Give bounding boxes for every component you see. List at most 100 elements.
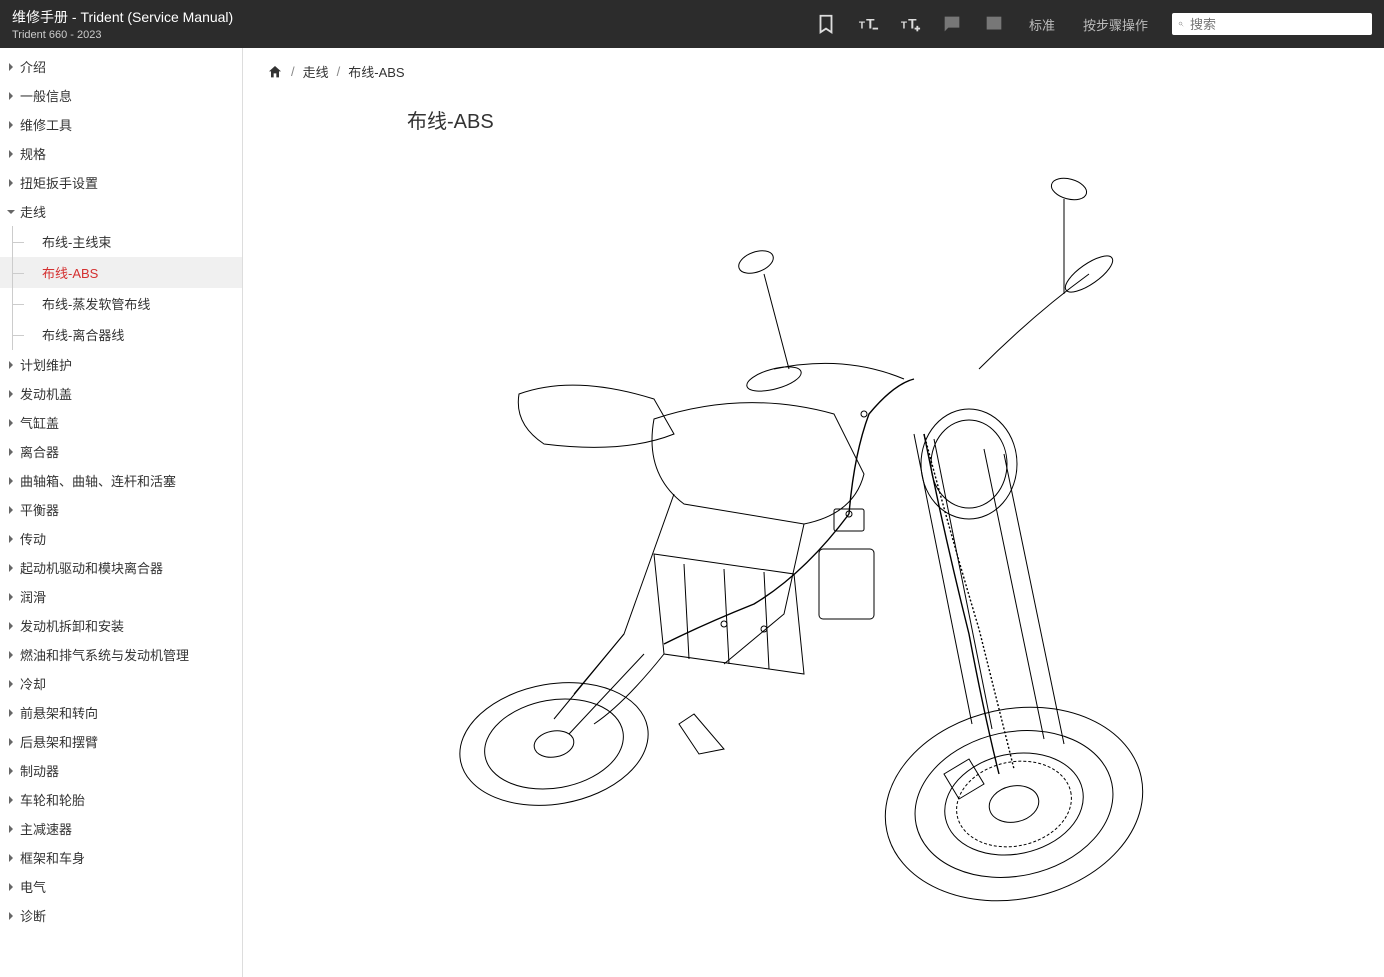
sidebar-item[interactable]: 介绍 (0, 52, 242, 81)
sidebar-item-label: 发动机拆卸和安装 (20, 616, 124, 635)
chevron-right-icon (6, 708, 16, 718)
sidebar-item[interactable]: 扭矩扳手设置 (0, 168, 242, 197)
sidebar-item[interactable]: 发动机盖 (0, 379, 242, 408)
chevron-right-icon (6, 795, 16, 805)
topbar-title-block: 维修手册 - Trident (Service Manual) Trident … (12, 7, 815, 41)
text-decrease-icon[interactable]: TT (857, 13, 879, 35)
sidebar-item-label: 计划维护 (20, 355, 72, 374)
topbar: 维修手册 - Trident (Service Manual) Trident … (0, 0, 1384, 48)
chevron-down-icon (6, 207, 16, 217)
note-icon[interactable] (983, 13, 1005, 35)
sidebar-item[interactable]: 曲轴箱、曲轴、连杆和活塞 (0, 466, 242, 495)
sidebar-item[interactable]: 一般信息 (0, 81, 242, 110)
sidebar-item-label: 电气 (20, 877, 46, 896)
breadcrumb-separator: / (291, 64, 295, 79)
chevron-right-icon (6, 120, 16, 130)
sidebar-item-label: 曲轴箱、曲轴、连杆和活塞 (20, 471, 176, 490)
sidebar-item[interactable]: 润滑 (0, 582, 242, 611)
sidebar-item-label: 主减速器 (20, 819, 72, 838)
sidebar-item-label: 诊断 (20, 906, 46, 925)
sidebar-item[interactable]: 维修工具 (0, 110, 242, 139)
chevron-right-icon (6, 592, 16, 602)
chevron-right-icon (6, 389, 16, 399)
sidebar-item-label: 扭矩扳手设置 (20, 173, 98, 192)
sidebar-item-label: 起动机驱动和模块离合器 (20, 558, 163, 577)
topbar-tools: TT TT 标准 按步骤操作 (815, 1, 1372, 48)
sidebar-item[interactable]: 主减速器 (0, 814, 242, 843)
sidebar-item-label: 车轮和轮胎 (20, 790, 85, 809)
sidebar-item[interactable]: 规格 (0, 139, 242, 168)
sidebar-item[interactable]: 前悬架和转向 (0, 698, 242, 727)
sidebar-item[interactable]: 燃油和排气系统与发动机管理 (0, 640, 242, 669)
sidebar-item-label: 离合器 (20, 442, 59, 461)
search-box[interactable] (1172, 13, 1372, 35)
sidebar-child-item[interactable]: 布线-离合器线 (0, 319, 242, 350)
page-title: 布线-ABS (407, 105, 1360, 134)
sidebar-item[interactable]: 起动机驱动和模块离合器 (0, 553, 242, 582)
sidebar-item[interactable]: 计划维护 (0, 350, 242, 379)
sidebar-item[interactable]: 制动器 (0, 756, 242, 785)
view-stepbystep-link[interactable]: 按步骤操作 (1079, 1, 1152, 48)
sidebar-item[interactable]: 离合器 (0, 437, 242, 466)
sidebar-item-label: 前悬架和转向 (20, 703, 98, 722)
sidebar-item[interactable]: 气缸盖 (0, 408, 242, 437)
chevron-right-icon (6, 149, 16, 159)
breadcrumb-item[interactable]: 走线 (303, 62, 329, 81)
chevron-right-icon (6, 911, 16, 921)
sidebar-item-label: 润滑 (20, 587, 46, 606)
chevron-right-icon (6, 766, 16, 776)
sidebar-item[interactable]: 诊断 (0, 901, 242, 930)
search-icon (1178, 16, 1184, 32)
breadcrumb-item[interactable]: 布线-ABS (348, 62, 404, 81)
chevron-right-icon (6, 418, 16, 428)
comment-icon[interactable] (941, 13, 963, 35)
sidebar-item-label: 燃油和排气系统与发动机管理 (20, 645, 189, 664)
chevron-right-icon (6, 650, 16, 660)
sidebar-child-label: 布线-ABS (42, 263, 98, 282)
chevron-right-icon (6, 534, 16, 544)
sidebar-item-label: 制动器 (20, 761, 59, 780)
chevron-right-icon (6, 563, 16, 573)
sidebar-item-label: 介绍 (20, 57, 46, 76)
sidebar-item-label: 发动机盖 (20, 384, 72, 403)
sidebar-item[interactable]: 走线 (0, 197, 242, 226)
view-standard-link[interactable]: 标准 (1025, 1, 1059, 48)
home-icon[interactable] (267, 64, 283, 80)
sidebar-item-label: 平衡器 (20, 500, 59, 519)
sidebar-item[interactable]: 车轮和轮胎 (0, 785, 242, 814)
chevron-right-icon (6, 62, 16, 72)
sidebar-item[interactable]: 发动机拆卸和安装 (0, 611, 242, 640)
sidebar-item-label: 一般信息 (20, 86, 72, 105)
sidebar-item[interactable]: 传动 (0, 524, 242, 553)
chevron-right-icon (6, 178, 16, 188)
chevron-right-icon (6, 679, 16, 689)
bookmark-icon[interactable] (815, 13, 837, 35)
chevron-right-icon (6, 621, 16, 631)
breadcrumb: / 走线 / 布线-ABS (267, 62, 1360, 81)
sidebar-item-label: 框架和车身 (20, 848, 85, 867)
sidebar-child-item[interactable]: 布线-主线束 (0, 226, 242, 257)
main-content: / 走线 / 布线-ABS 布线-ABS (243, 48, 1384, 977)
sidebar-child-item[interactable]: 布线-蒸发软管布线 (0, 288, 242, 319)
chevron-right-icon (6, 737, 16, 747)
chevron-right-icon (6, 505, 16, 515)
chevron-right-icon (6, 853, 16, 863)
sidebar-item[interactable]: 后悬架和摆臂 (0, 727, 242, 756)
text-increase-icon[interactable]: TT (899, 13, 921, 35)
chevron-right-icon (6, 360, 16, 370)
chevron-right-icon (6, 824, 16, 834)
sidebar-child-label: 布线-蒸发软管布线 (42, 294, 150, 313)
search-input[interactable] (1190, 17, 1366, 32)
sidebar-item[interactable]: 框架和车身 (0, 843, 242, 872)
svg-text:T: T (859, 21, 866, 32)
sidebar-child-item[interactable]: 布线-ABS (0, 257, 242, 288)
sidebar-item[interactable]: 冷却 (0, 669, 242, 698)
motorcycle-wiring-diagram (424, 154, 1204, 914)
sidebar-child-label: 布线-主线束 (42, 232, 111, 251)
sidebar-item[interactable]: 电气 (0, 872, 242, 901)
chevron-right-icon (6, 447, 16, 457)
sidebar-item-label: 走线 (20, 202, 46, 221)
chevron-right-icon (6, 882, 16, 892)
sidebar-item[interactable]: 平衡器 (0, 495, 242, 524)
chevron-right-icon (6, 476, 16, 486)
